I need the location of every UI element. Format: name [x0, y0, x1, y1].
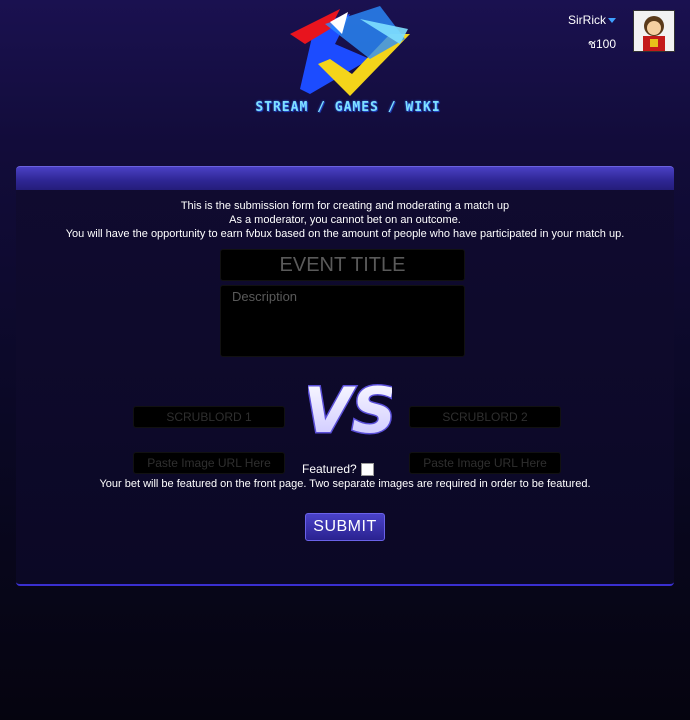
user-menu[interactable]: SirRick ช100 [568, 13, 616, 54]
player1-input[interactable]: SCRUBLORD 1 [133, 406, 285, 428]
panel-header [16, 166, 674, 190]
logo-emblem-icon [290, 6, 410, 96]
vs-icon: VS [308, 373, 392, 445]
username[interactable]: SirRick [568, 13, 606, 27]
match-submission-panel: This is the submission form for creating… [16, 166, 674, 586]
vs-label: VS [308, 374, 392, 444]
description-field[interactable]: Description [220, 285, 465, 357]
image1-url-input[interactable]: Paste Image URL Here [133, 452, 285, 474]
logo-text: STREAM / GAMES / WIKI [255, 100, 441, 115]
avatar-image [634, 11, 674, 51]
event-title-input[interactable]: EVENT TITLE [220, 249, 465, 281]
avatar[interactable] [633, 10, 675, 52]
featured-checkbox[interactable] [360, 463, 374, 477]
intro-line-3: You will have the opportunity to earn fv… [65, 228, 625, 240]
site-logo[interactable]: STREAM / GAMES / WIKI [230, 4, 466, 122]
submit-button[interactable]: SUBMIT [305, 513, 385, 541]
intro-line-1: This is the submission form for creating… [180, 200, 510, 212]
chevron-down-icon[interactable] [608, 18, 616, 24]
featured-label: Featured? [302, 462, 357, 476]
player2-input[interactable]: SCRUBLORD 2 [409, 406, 561, 428]
image2-url-input[interactable]: Paste Image URL Here [409, 452, 561, 474]
balance: ช100 [587, 37, 616, 51]
featured-option: Featured? [302, 462, 374, 477]
intro-line-2: As a moderator, you cannot bet on an out… [229, 214, 461, 226]
featured-note: Your bet will be featured on the front p… [99, 478, 591, 490]
